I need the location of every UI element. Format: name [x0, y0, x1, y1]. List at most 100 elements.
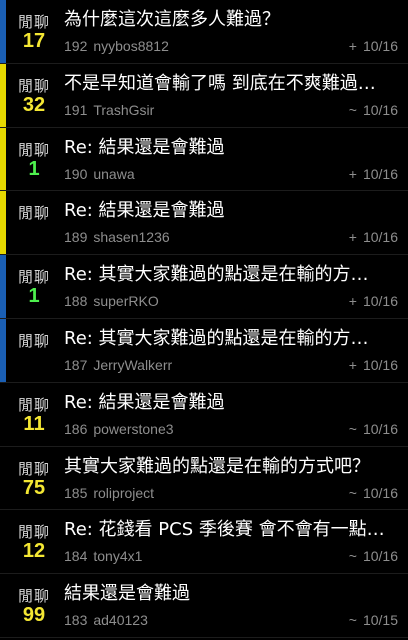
side-color-bar	[0, 383, 6, 446]
post-meta: 188 superRKO	[64, 293, 159, 309]
side-color-bar	[0, 447, 6, 510]
post-author[interactable]: superRKO	[93, 293, 158, 309]
category-label: 閒聊	[17, 13, 50, 31]
post-title[interactable]: 其實大家難過的點還是在輸的方式吧？	[64, 455, 400, 479]
side-color-bar	[0, 318, 6, 382]
post-date: 10/15	[362, 612, 398, 629]
post-meta: 186 powerstone3	[64, 421, 174, 437]
category-label: 閒聊	[17, 523, 50, 542]
status-mark: ~	[348, 612, 357, 629]
post-row[interactable]: 閒聊 99 結果還是會難過 183 ad40123 ~10/15	[0, 574, 408, 638]
post-author[interactable]: unawa	[93, 166, 134, 182]
post-meta: 184 tony4x1	[64, 548, 142, 564]
post-title[interactable]: 為什麼這次這麼多人難過？	[64, 8, 400, 32]
post-row[interactable]: 閒聊 12 Re: 花錢看 PCS 季後賽 會不會有一點… 184 tony4x1…	[0, 510, 408, 575]
post-date-group: +10/16	[349, 293, 398, 309]
post-date-group: +10/16	[349, 38, 398, 54]
post-row[interactable]: 閒聊 1 Re: 結果還是會難過 190 unawa +10/16	[0, 127, 408, 192]
post-title[interactable]: Re: 結果還是會難過	[64, 199, 400, 223]
post-author[interactable]: shasen1236	[93, 229, 169, 245]
post-author[interactable]: JerryWalkerr	[93, 357, 172, 373]
post-number: 184	[64, 548, 88, 565]
post-list: 閒聊 17 為什麼這次這麼多人難過？ 192 nyybos8812 +10/16 …	[0, 0, 408, 640]
status-mark: ~	[348, 420, 357, 437]
push-count: 11	[23, 412, 45, 435]
post-date: 10/16	[362, 548, 398, 565]
status-mark: +	[348, 356, 357, 373]
post-title[interactable]: Re: 結果還是會難過	[64, 391, 400, 415]
category-label: 閒聊	[17, 587, 50, 606]
status-mark: ~	[348, 101, 357, 118]
post-row[interactable]: 閒聊 Re: 結果還是會難過 189 shasen1236 +10/16	[0, 191, 408, 256]
post-author[interactable]: powerstone3	[93, 421, 173, 437]
post-meta: 189 shasen1236	[64, 229, 170, 245]
post-title[interactable]: Re: 花錢看 PCS 季後賽 會不會有一點…	[64, 518, 400, 542]
post-date: 10/16	[362, 293, 398, 310]
side-color-bar	[0, 127, 6, 191]
post-date: 10/16	[362, 101, 398, 118]
post-row[interactable]: 閒聊 32 不是早知道會輸了嗎 到底在不爽難過… 191 TrashGsir ~1…	[0, 63, 408, 128]
post-meta: 190 unawa	[64, 166, 135, 182]
post-row[interactable]: 閒聊 75 其實大家難過的點還是在輸的方式吧？ 185 roliproject ~…	[0, 447, 408, 511]
post-author[interactable]: TrashGsir	[93, 102, 154, 118]
side-color-bar	[0, 255, 6, 318]
status-mark: ~	[348, 548, 357, 565]
post-title[interactable]: 不是早知道會輸了嗎 到底在不爽難過…	[64, 72, 400, 96]
post-date: 10/16	[362, 420, 398, 437]
post-meta: 183 ad40123	[64, 612, 148, 628]
status-mark: +	[348, 38, 357, 54]
post-title[interactable]: Re: 其實大家難過的點還是在輸的方…	[64, 327, 400, 351]
category-label: 閒聊	[17, 140, 50, 159]
push-count: 32	[22, 93, 46, 116]
post-date-group: +10/16	[349, 166, 398, 182]
post-date-group: ~10/16	[349, 102, 398, 118]
post-number: 185	[64, 484, 88, 501]
post-meta: 191 TrashGsir	[64, 102, 154, 118]
post-author[interactable]: tony4x1	[93, 548, 142, 564]
category-label: 閒聊	[17, 395, 50, 414]
category-label: 閒聊	[17, 204, 50, 223]
post-number: 190	[64, 165, 88, 182]
push-count: 75	[22, 476, 46, 499]
push-count: 1	[28, 157, 40, 180]
post-number: 187	[64, 356, 88, 373]
post-number: 183	[64, 612, 88, 629]
post-number: 191	[64, 101, 88, 118]
post-author[interactable]: ad40123	[93, 612, 148, 628]
category-label: 閒聊	[17, 76, 50, 95]
post-title[interactable]: Re: 結果還是會難過	[64, 136, 400, 160]
post-author[interactable]: roliproject	[93, 485, 154, 501]
category-label: 閒聊	[17, 331, 50, 350]
push-count: 99	[22, 604, 46, 627]
post-date: 10/16	[362, 356, 398, 373]
post-row[interactable]: 閒聊 17 為什麼這次這麼多人難過？ 192 nyybos8812 +10/16	[0, 0, 408, 64]
status-mark: +	[348, 293, 357, 310]
post-author[interactable]: nyybos8812	[93, 38, 169, 54]
post-date-group: ~10/16	[349, 421, 398, 437]
side-color-bar	[0, 574, 6, 637]
category-label: 閒聊	[17, 268, 50, 287]
side-color-bar	[0, 0, 6, 63]
post-row[interactable]: 閒聊 Re: 其實大家難過的點還是在輸的方… 187 JerryWalkerr +…	[0, 318, 408, 383]
post-date-group: +10/16	[349, 357, 398, 373]
post-title[interactable]: Re: 其實大家難過的點還是在輸的方…	[64, 263, 400, 287]
post-date: 10/16	[362, 38, 398, 54]
push-count: 1	[28, 285, 40, 308]
side-color-bar	[0, 63, 6, 127]
post-meta: 192 nyybos8812	[64, 38, 169, 54]
post-number: 189	[64, 229, 88, 246]
post-row[interactable]: 閒聊 1 Re: 其實大家難過的點還是在輸的方… 188 superRKO +10…	[0, 255, 408, 319]
post-meta: 187 JerryWalkerr	[64, 357, 172, 373]
post-number: 188	[64, 293, 88, 310]
post-meta: 185 roliproject	[64, 485, 154, 501]
status-mark: +	[348, 229, 357, 246]
post-number: 192	[64, 38, 88, 54]
side-color-bar	[0, 510, 6, 573]
status-mark: ~	[348, 484, 357, 501]
post-row[interactable]: 閒聊 11 Re: 結果還是會難過 186 powerstone3 ~10/16	[0, 383, 408, 447]
post-date: 10/16	[362, 229, 398, 246]
post-date: 10/16	[362, 165, 398, 182]
post-date-group: ~10/16	[349, 548, 398, 564]
post-title[interactable]: 結果還是會難過	[64, 582, 400, 606]
category-label: 閒聊	[17, 459, 50, 478]
